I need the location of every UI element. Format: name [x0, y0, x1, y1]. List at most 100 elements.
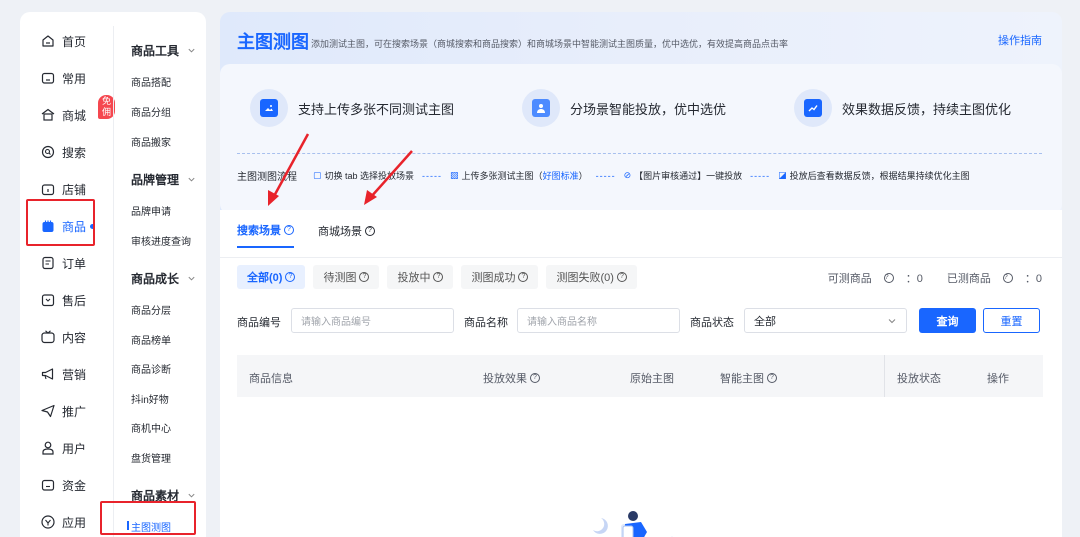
help-icon[interactable]: ? — [767, 373, 777, 383]
group-brand-management[interactable]: 品牌管理 — [131, 171, 196, 188]
chip-label: 测图成功 — [471, 272, 516, 284]
count-label: 可测商品 — [827, 273, 872, 285]
nav-item-common[interactable]: 常用 — [40, 67, 86, 89]
page-title: 主图测图 — [237, 32, 309, 52]
group-title-label: 商品成长 — [131, 272, 180, 286]
after-sales-icon — [40, 292, 56, 308]
chevron-down-icon — [188, 48, 195, 53]
feature-card: 支持上传多张不同测试主图 分场景智能投放，优中选优 效果数据反馈，持续主图优化 … — [220, 64, 1062, 214]
group-goods-growth[interactable]: 商品成长 — [131, 270, 196, 287]
chevron-down-icon — [188, 177, 195, 182]
order-icon — [40, 255, 56, 271]
help-icon[interactable]: ? — [365, 226, 375, 236]
subnav-item-goods-tier[interactable]: 商品分层 — [131, 302, 171, 317]
good-image-standard-link[interactable]: 好图标准 — [543, 169, 579, 182]
help-icon[interactable]: ? — [883, 273, 894, 283]
subnav-item-douyin-good[interactable]: 抖in好物 — [131, 391, 169, 406]
main-navigation: 首页 常用 商城 免佣 搜索 店铺 商品 订单 售后 内容 营销 推广 用户 资… — [20, 12, 206, 537]
nav-label: 订单 — [62, 256, 87, 271]
chip-label: 投放中 — [397, 272, 431, 284]
chevron-down-icon — [188, 493, 195, 498]
help-icon[interactable]: ? — [1002, 273, 1013, 283]
column-label: 操作 — [987, 373, 1009, 385]
nav-item-funds[interactable]: 资金 — [40, 474, 86, 496]
user-icon — [40, 440, 56, 456]
nav-label: 推广 — [62, 404, 87, 419]
help-icon[interactable]: ? — [433, 272, 444, 282]
tab-mall-scene[interactable]: 商城场景? — [318, 222, 375, 248]
nav-item-users[interactable]: 用户 — [40, 437, 86, 459]
flow-step: ▢ 切换 tab 选择投放场景 — [313, 169, 414, 182]
subnav-item-brand-apply[interactable]: 品牌申请 — [131, 203, 171, 218]
feature-label: 效果数据反馈，持续主图优化 — [842, 101, 1012, 117]
wallet-icon — [40, 477, 56, 493]
highlight-box-main-image-test — [100, 501, 196, 535]
operation-guide-link[interactable]: 操作指南 — [998, 32, 1042, 48]
subnav-item-goods-group[interactable]: 商品分组 — [131, 104, 171, 119]
folder-icon — [40, 70, 56, 86]
tv-icon — [40, 329, 56, 345]
nav-item-after-sales[interactable]: 售后 — [40, 289, 86, 311]
nav-label: 内容 — [62, 330, 87, 345]
main-content: 主图测图 添加测试主图，可在搜索场景（商城搜索和商品搜索）和商城场景中智能测试主… — [220, 12, 1062, 537]
goods-name-input[interactable]: 请输入商品名称 — [517, 308, 680, 333]
flow-step: ◪ 投放后查看数据反馈，根据结果持续优化主图 — [778, 169, 970, 182]
tab-search-scene[interactable]: 搜索场景? — [237, 222, 294, 248]
feature-data-feedback: 效果数据反馈，持续主图优化 — [794, 89, 1011, 127]
subnav-item-review-progress[interactable]: 审核进度查询 — [131, 233, 191, 248]
help-icon[interactable]: ? — [285, 272, 296, 282]
help-icon[interactable]: ? — [284, 225, 294, 235]
status-filter-chips: 全部(0)? 待测图? 投放中? 测图成功? 测图失败(0)? — [237, 265, 645, 289]
subnav-item-goods-diagnosis[interactable]: 商品诊断 — [131, 361, 171, 376]
tab-label: 商城场景 — [318, 226, 362, 238]
nav-item-search[interactable]: 搜索 — [40, 141, 86, 163]
nav-item-orders[interactable]: 订单 — [40, 252, 86, 274]
goods-id-input[interactable]: 请输入商品编号 — [291, 308, 454, 333]
chip-all[interactable]: 全部(0)? — [237, 265, 306, 289]
goods-status-select[interactable]: 全部 — [744, 308, 907, 333]
chip-pending[interactable]: 待测图? — [313, 265, 380, 289]
count-label: 已测商品 — [946, 273, 991, 285]
nav-label: 营销 — [62, 367, 87, 382]
chip-delivering[interactable]: 投放中? — [387, 265, 454, 289]
reset-button[interactable]: 重置 — [983, 308, 1040, 333]
chip-success[interactable]: 测图成功? — [461, 265, 539, 289]
nav-item-home[interactable]: 首页 — [40, 30, 86, 52]
tab-label: 搜索场景 — [237, 225, 281, 237]
help-icon[interactable]: ? — [518, 272, 529, 282]
select-value: 全部 — [754, 315, 776, 328]
subnav-item-goods-match[interactable]: 商品搭配 — [131, 74, 171, 89]
chevron-down-icon — [888, 318, 896, 323]
subnav-item-goods-ranking[interactable]: 商品榜单 — [131, 332, 171, 347]
group-goods-tools[interactable]: 商品工具 — [131, 42, 196, 59]
nav-item-promotion[interactable]: 推广 — [40, 400, 86, 422]
tested-count: 已测商品? ：0 — [935, 270, 1042, 286]
trend-chart-icon — [794, 89, 832, 127]
page-description: 添加测试主图，可在搜索场景（商城搜索和商品搜索）和商城场景中智能测试主图质量，优… — [311, 39, 789, 49]
subnav-item-goods-move[interactable]: 商品搬家 — [131, 134, 171, 149]
help-icon[interactable]: ? — [359, 272, 370, 282]
help-icon[interactable]: ? — [530, 373, 540, 383]
goods-name-label: 商品名称 — [464, 317, 508, 329]
person-icon — [522, 89, 560, 127]
empty-state-illustration — [593, 511, 673, 537]
store-icon — [40, 107, 56, 123]
tab-icon: ▢ — [313, 170, 322, 180]
count-value: ：0 — [1024, 273, 1042, 285]
goods-counts: 可测商品? ：0 已测商品? ：0 — [804, 270, 1042, 286]
subnav-item-inventory[interactable]: 盘货管理 — [131, 450, 171, 465]
subnav-item-opportunity-center[interactable]: 商机中心 — [131, 420, 171, 435]
column-label: 投放状态 — [897, 373, 941, 385]
nav-item-apps[interactable]: 应用 — [40, 511, 86, 533]
chip-failed[interactable]: 测图失败(0)? — [546, 265, 637, 289]
chip-label: 测图失败(0) — [556, 272, 614, 284]
check-icon: ⊘ — [623, 170, 632, 180]
chevron-down-icon — [188, 276, 195, 281]
nav-item-mall[interactable]: 商城 免佣 — [40, 95, 116, 126]
nav-item-shop[interactable]: 店铺 — [40, 178, 86, 200]
feature-multi-upload: 支持上传多张不同测试主图 — [250, 89, 454, 127]
help-icon[interactable]: ? — [616, 272, 627, 282]
query-button[interactable]: 查询 — [919, 308, 976, 333]
nav-item-content[interactable]: 内容 — [40, 326, 86, 348]
nav-item-marketing[interactable]: 营销 — [40, 363, 86, 385]
